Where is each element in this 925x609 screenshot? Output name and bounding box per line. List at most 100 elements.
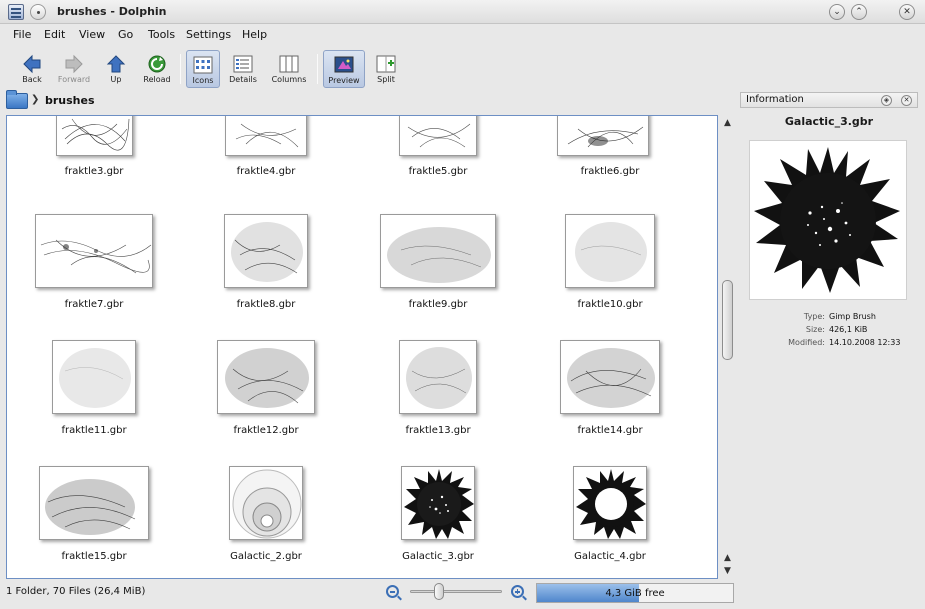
brush-thumbnail: [573, 466, 647, 540]
window-title: brushes - Dolphin: [57, 5, 167, 18]
brush-thumbnail: [399, 116, 477, 156]
file-item[interactable]: Galactic_3.gbr: [353, 456, 523, 578]
columns-view-button[interactable]: Columns: [267, 50, 311, 88]
file-item[interactable]: fraktle7.gbr: [9, 204, 179, 330]
dolphin-app-icon[interactable]: [8, 4, 24, 20]
brush-thumbnail: [557, 116, 649, 156]
reload-icon: [148, 55, 166, 73]
scroll-up-icon[interactable]: ▲: [721, 117, 734, 130]
scroll-down-icon[interactable]: ▼: [721, 565, 734, 578]
brush-thumbnail: [35, 214, 153, 288]
brush-thumbnail: [229, 466, 303, 540]
file-item[interactable]: fraktle5.gbr: [353, 116, 523, 204]
icons-label: Icons: [192, 76, 214, 85]
breadcrumb-current[interactable]: brushes: [45, 94, 95, 107]
file-name: fraktle3.gbr: [64, 166, 124, 177]
file-preview: [749, 140, 907, 300]
menu-file[interactable]: File: [13, 28, 31, 41]
maximize-button[interactable]: ⌃: [851, 4, 867, 20]
float-panel-button[interactable]: ◈: [881, 95, 892, 106]
toolbar-separator: [180, 54, 181, 84]
menu-view[interactable]: View: [79, 28, 105, 41]
menu-settings[interactable]: Settings: [186, 28, 231, 41]
menu-help[interactable]: Help: [242, 28, 267, 41]
brush-thumbnail: [380, 214, 496, 288]
brush-thumbnail: [225, 116, 307, 156]
file-item[interactable]: fraktle4.gbr: [181, 116, 351, 204]
file-name: Galactic_2.gbr: [230, 551, 302, 562]
scroll-up-bottom-icon[interactable]: ▲: [721, 552, 734, 565]
file-name: fraktle14.gbr: [577, 425, 643, 436]
brush-thumbnail: [39, 466, 149, 540]
info-file-name: Galactic_3.gbr: [784, 115, 874, 128]
file-item[interactable]: fraktle15.gbr: [9, 456, 179, 578]
reload-button[interactable]: Reload: [138, 50, 176, 88]
file-name: Galactic_4.gbr: [574, 551, 646, 562]
file-name: fraktle6.gbr: [580, 166, 640, 177]
forward-button[interactable]: Forward: [54, 50, 94, 88]
size-key: Size:: [805, 325, 825, 334]
minimize-button[interactable]: ⌄: [829, 4, 845, 20]
scrollbar-thumb[interactable]: [722, 280, 733, 360]
free-space-bar: 4,3 GiB free: [536, 583, 734, 603]
forward-arrow-icon: [65, 54, 83, 74]
file-item[interactable]: fraktle11.gbr: [9, 330, 179, 456]
zoom-out-icon[interactable]: [386, 585, 399, 598]
forward-label: Forward: [57, 75, 91, 84]
up-button[interactable]: Up: [100, 50, 132, 88]
menu-tools[interactable]: Tools: [148, 28, 175, 41]
brush-thumbnail: [565, 214, 655, 288]
breadcrumb: ❯ brushes: [0, 88, 738, 114]
file-name: fraktle13.gbr: [405, 425, 471, 436]
folder-icon[interactable]: [6, 90, 28, 109]
brush-thumbnail: [56, 116, 133, 156]
menu-bar: File Edit View Go Tools Settings Help: [0, 24, 925, 46]
zoom-slider[interactable]: [410, 590, 502, 593]
file-item[interactable]: fraktle14.gbr: [525, 330, 695, 456]
menu-go[interactable]: Go: [118, 28, 133, 41]
information-title: Information: [746, 94, 804, 105]
up-arrow-icon: [106, 55, 126, 73]
file-item[interactable]: Galactic_2.gbr: [181, 456, 351, 578]
columns-view-icon: [279, 55, 299, 73]
preview-button[interactable]: Preview: [323, 50, 365, 88]
toolbar-separator-2: [317, 54, 318, 84]
brush-thumbnail: [560, 340, 660, 414]
file-icon-view[interactable]: fraktle3.gbr fraktle4.gbr fraktle5.gbr f…: [6, 115, 718, 579]
icons-view-icon: [193, 56, 213, 74]
columns-label: Columns: [271, 75, 307, 84]
type-value: Gimp Brush: [829, 312, 876, 321]
icons-view-button[interactable]: Icons: [186, 50, 220, 88]
close-panel-button[interactable]: ✕: [901, 95, 912, 106]
zoom-in-icon[interactable]: [511, 585, 524, 598]
window-menu-button[interactable]: [30, 4, 46, 20]
split-icon: [376, 55, 396, 73]
brush-thumbnail: [399, 340, 477, 414]
file-item[interactable]: fraktle13.gbr: [353, 330, 523, 456]
file-item[interactable]: fraktle6.gbr: [525, 116, 695, 204]
file-item[interactable]: fraktle8.gbr: [181, 204, 351, 330]
type-key: Type:: [803, 312, 825, 321]
vertical-scrollbar[interactable]: ▲ ▲ ▼: [719, 115, 736, 579]
chevron-right-icon[interactable]: ❯: [31, 94, 39, 105]
file-item[interactable]: Galactic_4.gbr: [525, 456, 695, 578]
details-view-icon: [233, 55, 253, 73]
file-name: fraktle15.gbr: [61, 551, 127, 562]
menu-edit[interactable]: Edit: [44, 28, 65, 41]
zoom-slider-handle[interactable]: [434, 583, 445, 600]
file-name: Galactic_3.gbr: [402, 551, 474, 562]
details-view-button[interactable]: Details: [225, 50, 261, 88]
file-name: fraktle7.gbr: [64, 299, 124, 310]
file-item[interactable]: fraktle10.gbr: [525, 204, 695, 330]
preview-icon: [334, 56, 354, 73]
brush-thumbnail: [401, 466, 475, 540]
file-item[interactable]: fraktle9.gbr: [353, 204, 523, 330]
file-item[interactable]: fraktle3.gbr: [9, 116, 179, 204]
back-button[interactable]: Back: [14, 50, 50, 88]
close-button[interactable]: ✕: [899, 4, 915, 20]
preview-label: Preview: [328, 76, 360, 85]
file-item[interactable]: fraktle12.gbr: [181, 330, 351, 456]
modified-value: 14.10.2008 12:33: [829, 338, 901, 347]
information-panel: Information ◈ ✕ Galactic_3.gbr Type: Gim…: [739, 90, 919, 580]
split-button[interactable]: Split: [370, 50, 402, 88]
